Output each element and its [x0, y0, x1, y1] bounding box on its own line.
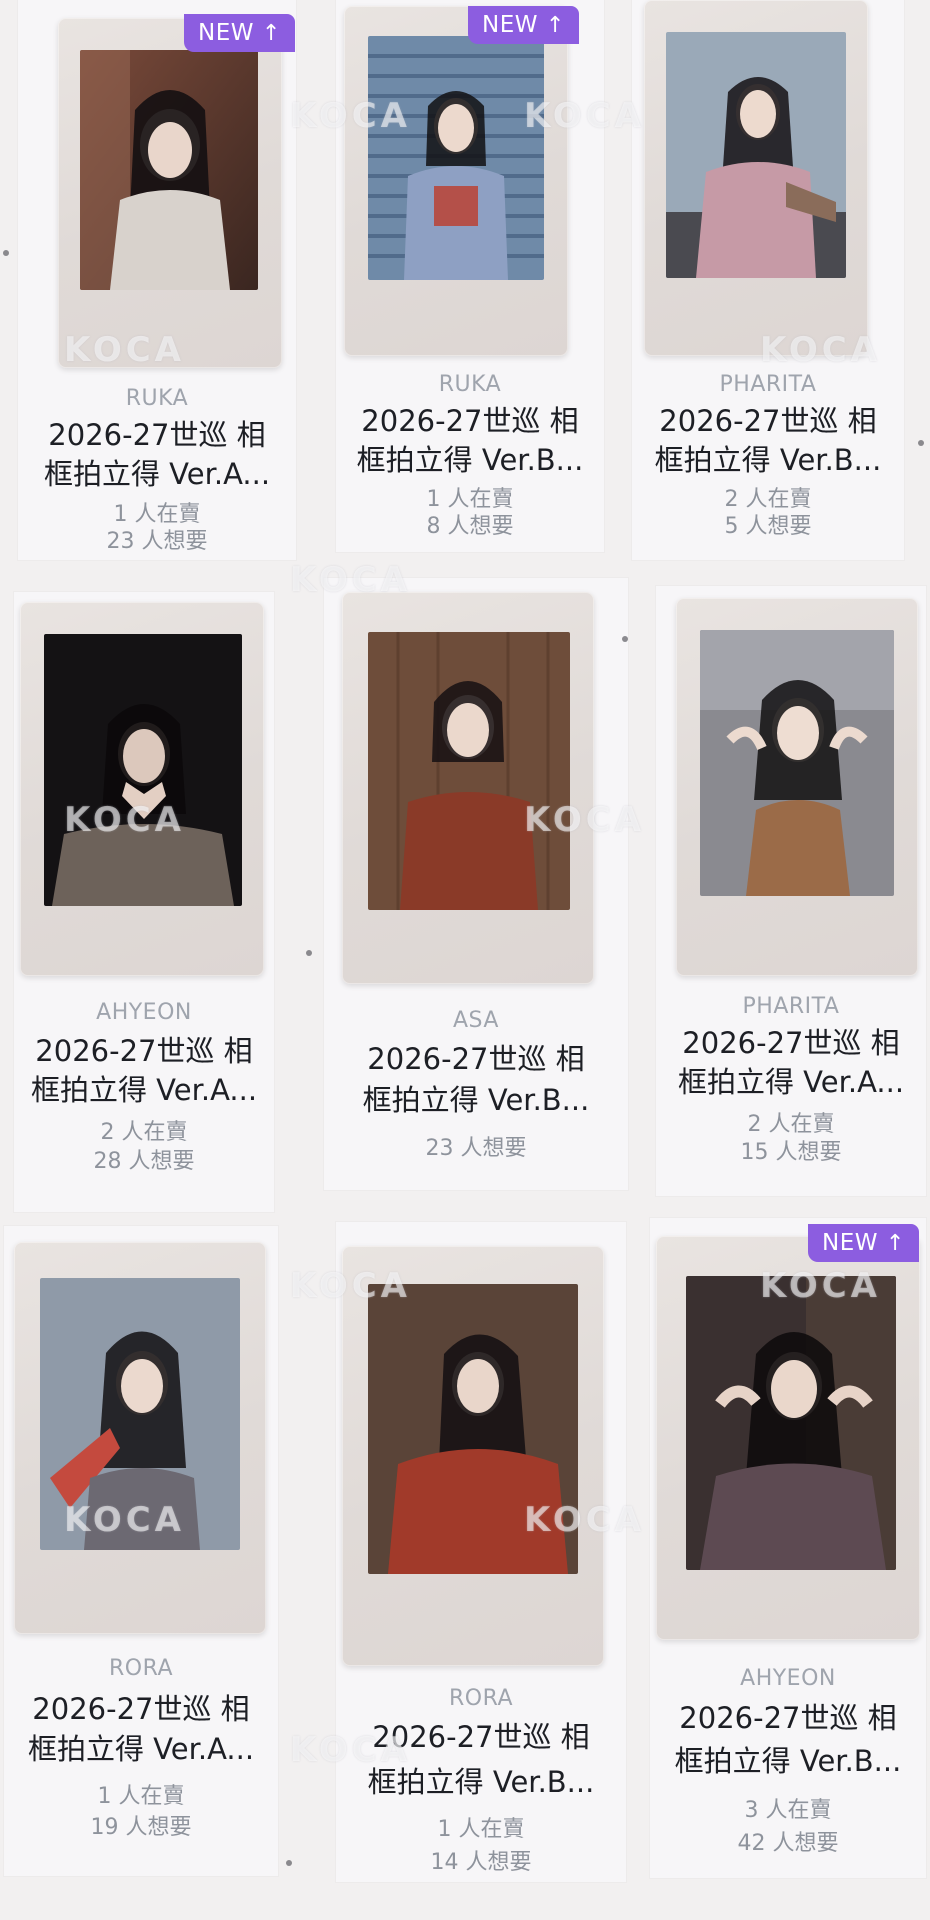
polaroid-frame — [342, 592, 594, 984]
member-name: RORA — [108, 1656, 174, 1681]
product-photo — [700, 630, 894, 896]
product-card[interactable]: ASA 2026-27世巡 相 框拍立得 Ver.B... 23 人想要 — [324, 578, 628, 1190]
product-title-line2: 框拍立得 Ver.B... — [674, 1744, 902, 1778]
product-photo — [80, 50, 258, 290]
want-count: 42 人想要 — [737, 1831, 839, 1856]
product-card[interactable]: NEW ↑ RUKA 2026-27世巡 相 框拍立得 Ver.B... 1 人在… — [336, 0, 604, 552]
decorative-speck — [306, 950, 312, 956]
product-photo — [686, 1276, 896, 1570]
polaroid-frame — [676, 598, 918, 976]
polaroid-frame — [344, 6, 568, 356]
want-count: 15 人想要 — [740, 1140, 842, 1165]
member-name: PHARITA — [719, 372, 817, 397]
seller-count: 2 人在賣 — [724, 487, 812, 512]
product-title-line2: 框拍立得 Ver.B... — [654, 443, 882, 477]
product-title-line2: 框拍立得 Ver.A... — [43, 457, 271, 491]
product-title-line1: 2026-27世巡 相 — [679, 1701, 897, 1735]
product-title-line1: 2026-27世巡 相 — [35, 1034, 253, 1068]
product-photo — [368, 1284, 578, 1574]
polaroid-frame — [342, 1246, 604, 1666]
decorative-speck — [286, 1860, 292, 1866]
product-title-line2: 框拍立得 Ver.B... — [362, 1083, 590, 1117]
decorative-speck — [3, 250, 9, 256]
decorative-speck — [622, 636, 628, 642]
product-title-line2: 框拍立得 Ver.B... — [367, 1765, 595, 1799]
product-photo — [368, 36, 544, 280]
product-card[interactable]: RORA 2026-27世巡 相 框拍立得 Ver.A... 1 人在賣 19 … — [4, 1226, 278, 1876]
product-photo — [44, 634, 242, 906]
product-title-line1: 2026-27世巡 相 — [32, 1692, 250, 1726]
product-title-line1: 2026-27世巡 相 — [48, 418, 266, 452]
product-card[interactable]: RORA 2026-27世巡 相 框拍立得 Ver.B... 1 人在賣 14 … — [336, 1222, 626, 1882]
product-photo — [368, 632, 570, 910]
product-title-line2: 框拍立得 Ver.A... — [677, 1065, 905, 1099]
product-title-line2: 框拍立得 Ver.A... — [30, 1073, 258, 1107]
seller-count: 1 人在賣 — [437, 1817, 525, 1842]
new-badge: NEW ↑ — [184, 14, 295, 52]
member-name: AHYEON — [740, 1666, 836, 1691]
product-card[interactable]: NEW ↑ AHYEON 2026-27世巡 相 框拍立得 Ver.B... 3 … — [650, 1218, 926, 1878]
polaroid-frame — [20, 602, 264, 976]
want-count: 23 人想要 — [425, 1136, 527, 1161]
product-title-line2: 框拍立得 Ver.B... — [356, 443, 584, 477]
product-card[interactable]: PHARITA 2026-27世巡 相 框拍立得 Ver.B... 2 人在賣 … — [632, 0, 904, 560]
product-card[interactable]: PHARITA 2026-27世巡 相 框拍立得 Ver.A... 2 人在賣 … — [656, 586, 926, 1196]
want-count: 5 人想要 — [724, 514, 812, 539]
want-count: 28 人想要 — [93, 1149, 195, 1174]
decorative-speck — [918, 440, 924, 446]
seller-count: 3 人在賣 — [744, 1798, 832, 1823]
want-count: 14 人想要 — [430, 1850, 532, 1875]
product-title-line1: 2026-27世巡 相 — [367, 1042, 585, 1076]
product-photo — [40, 1278, 240, 1550]
want-count: 23 人想要 — [106, 529, 208, 554]
product-card[interactable]: AHYEON 2026-27世巡 相 框拍立得 Ver.A... 2 人在賣 2… — [14, 592, 274, 1212]
member-name: ASA — [453, 1008, 499, 1033]
seller-count: 1 人在賣 — [97, 1784, 185, 1809]
seller-count: 1 人在賣 — [113, 502, 201, 527]
product-title-line1: 2026-27世巡 相 — [361, 404, 579, 438]
new-badge: NEW ↑ — [468, 6, 579, 44]
new-badge: NEW ↑ — [808, 1224, 919, 1262]
polaroid-frame — [656, 1236, 920, 1640]
member-name: RORA — [448, 1686, 514, 1711]
polaroid-frame — [58, 18, 282, 368]
seller-count: 2 人在賣 — [100, 1120, 188, 1145]
seller-count: 2 人在賣 — [747, 1112, 835, 1137]
product-title-line1: 2026-27世巡 相 — [682, 1026, 900, 1060]
member-name: PHARITA — [742, 994, 840, 1019]
member-name: AHYEON — [96, 1000, 192, 1025]
member-name: RUKA — [125, 386, 189, 411]
polaroid-frame — [644, 0, 868, 356]
product-title-line2: 框拍立得 Ver.A... — [27, 1732, 255, 1766]
product-title-line1: 2026-27世巡 相 — [372, 1720, 590, 1754]
seller-count: 1 人在賣 — [426, 487, 514, 512]
member-name: RUKA — [438, 372, 502, 397]
want-count: 8 人想要 — [426, 514, 514, 539]
want-count: 19 人想要 — [90, 1815, 192, 1840]
polaroid-frame — [14, 1242, 266, 1634]
product-title-line1: 2026-27世巡 相 — [659, 404, 877, 438]
product-photo — [666, 32, 846, 278]
product-card[interactable]: NEW ↑ RUKA 2026-27世巡 相 框拍立得 Ver.A... 1 人在… — [18, 0, 296, 560]
